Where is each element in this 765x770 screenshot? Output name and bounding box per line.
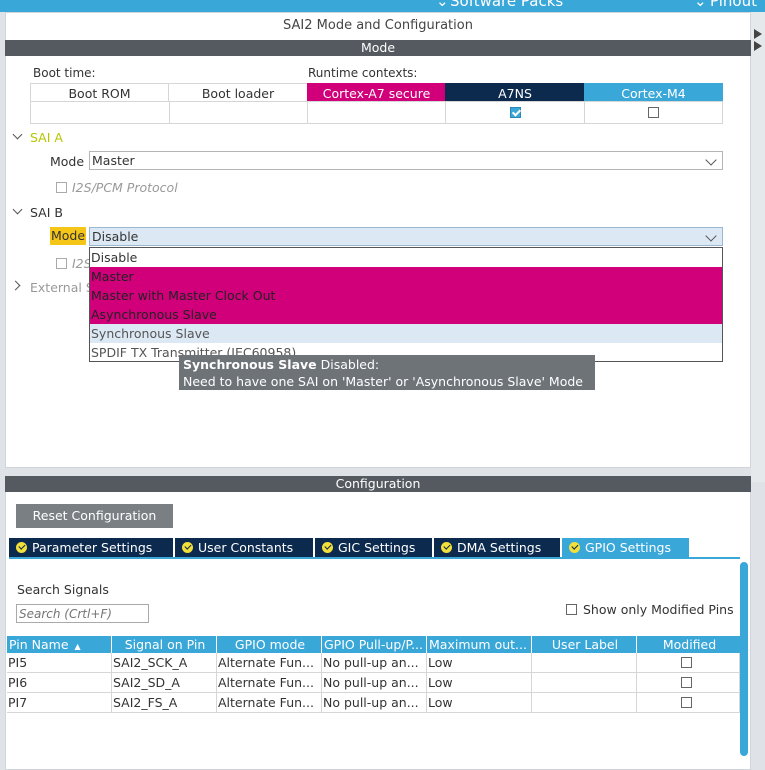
sai-b-mode-select[interactable]: Disable xyxy=(89,227,723,246)
col-gpio-mode[interactable]: GPIO mode xyxy=(217,636,321,653)
check-circle-icon xyxy=(182,542,193,553)
context-boot-loader: Boot loader xyxy=(168,83,308,102)
table-row[interactable]: PI6 SAI2_SD_A Alternate Fun... No pull-u… xyxy=(7,673,740,693)
col-pin-name[interactable]: Pin Name ▲ xyxy=(7,636,111,653)
chevron-down-icon: ⌄ xyxy=(694,0,707,10)
sai-a-protocol-label: I2S/PCM Protocol xyxy=(72,180,178,195)
modified-checkbox[interactable] xyxy=(681,677,692,688)
runtime-contexts-label: Runtime contexts: xyxy=(308,66,418,80)
sai-a-label[interactable]: SAI A xyxy=(30,130,63,145)
table-row[interactable]: PI7 SAI2_FS_A Alternate Fun... No pull-u… xyxy=(7,693,740,713)
gpio-table-body: PI5 SAI2_SCK_A Alternate Fun... No pull-… xyxy=(7,653,740,713)
check-circle-icon xyxy=(16,542,27,553)
context-row xyxy=(30,101,723,124)
boot-time-label: Boot time: xyxy=(33,66,96,80)
col-modified[interactable]: Modified xyxy=(637,636,740,653)
tooltip-message: Need to have one SAI on 'Master' or 'Asy… xyxy=(183,374,583,389)
search-signals-label: Search Signals xyxy=(17,582,109,597)
col-user-label[interactable]: User Label xyxy=(532,636,636,653)
context-boot-rom: Boot ROM xyxy=(30,83,169,102)
modified-checkbox[interactable] xyxy=(681,657,692,668)
tooltip-title: Synchronous Slave xyxy=(183,357,317,372)
chevron-down-icon xyxy=(705,230,717,242)
check-circle-icon xyxy=(322,542,333,553)
top-menu-pinout[interactable]: Pinout xyxy=(710,0,757,10)
col-signal-on-pin[interactable]: Signal on Pin xyxy=(112,636,216,653)
panel-title: SAI2 Mode and Configuration xyxy=(283,18,473,33)
context-cortex-m4: Cortex-M4 xyxy=(584,83,723,102)
modified-checkbox[interactable] xyxy=(681,697,692,708)
arrow-right-icon[interactable] xyxy=(754,41,762,51)
gpio-table-scrollbar[interactable] xyxy=(740,562,748,756)
col-gpio-pull[interactable]: GPIO Pull-up/P... xyxy=(322,636,426,653)
sai-a-mode-select[interactable]: Master xyxy=(89,151,723,170)
sai-a-protocol-checkbox[interactable] xyxy=(56,182,67,193)
sai-b-mode-label: Mode xyxy=(50,227,87,245)
search-signals-input[interactable] xyxy=(16,604,149,623)
chevron-down-icon: ⌄ xyxy=(436,0,449,10)
reset-configuration-button[interactable]: Reset Configuration xyxy=(16,504,173,528)
configuration-section-header: Configuration xyxy=(5,476,751,492)
app-top-bar: ⌄ Software Packs ⌄ Pinout xyxy=(0,0,765,12)
option-synchronous-slave[interactable]: Synchronous Slave xyxy=(90,324,722,343)
option-master[interactable]: Master xyxy=(90,267,722,286)
tooltip-status: Disabled: xyxy=(316,357,380,372)
sai-a-mode-label: Mode xyxy=(50,154,85,169)
sai-b-label[interactable]: SAI B xyxy=(30,205,63,220)
check-circle-icon xyxy=(441,542,452,553)
disabled-tooltip: Synchronous Slave Disabled: Need to have… xyxy=(179,355,595,390)
tab-gic-settings[interactable]: GIC Settings xyxy=(315,538,432,557)
top-menu-software-packs[interactable]: Software Packs xyxy=(450,0,563,10)
option-asynchronous-slave[interactable]: Asynchronous Slave xyxy=(90,305,722,324)
tab-user-constants[interactable]: User Constants xyxy=(175,538,313,557)
tab-dma-settings[interactable]: DMA Settings xyxy=(434,538,560,557)
tab-gpio-settings[interactable]: GPIO Settings xyxy=(562,538,689,557)
check-circle-icon xyxy=(569,542,580,553)
chevron-down-icon xyxy=(705,154,717,166)
sai-b-mode-dropdown: Disable Master Master with Master Clock … xyxy=(89,247,723,362)
cortex-m4-checkbox[interactable] xyxy=(648,107,659,118)
a7ns-checkbox[interactable] xyxy=(510,107,521,118)
panel-splitter[interactable] xyxy=(751,12,765,482)
tab-underline xyxy=(9,557,740,559)
option-disable[interactable]: Disable xyxy=(90,248,722,267)
mode-section-header: Mode xyxy=(5,40,751,56)
tab-parameter-settings[interactable]: Parameter Settings xyxy=(9,538,173,557)
show-modified-checkbox[interactable] xyxy=(566,604,577,615)
option-master-with-clock-out[interactable]: Master with Master Clock Out xyxy=(90,286,722,305)
context-cortex-a7-secure: Cortex-A7 secure xyxy=(307,83,446,102)
sort-icon: ▲ xyxy=(74,642,81,651)
col-maximum-output[interactable]: Maximum out... xyxy=(427,636,531,653)
table-row[interactable]: PI5 SAI2_SCK_A Alternate Fun... No pull-… xyxy=(7,653,740,673)
external-section-label[interactable]: External S xyxy=(30,280,94,295)
show-modified-label: Show only Modified Pins xyxy=(583,602,734,617)
sai-b-protocol-checkbox[interactable] xyxy=(56,258,67,269)
context-a7ns: A7NS xyxy=(445,83,585,102)
arrow-right-icon[interactable] xyxy=(754,29,762,39)
